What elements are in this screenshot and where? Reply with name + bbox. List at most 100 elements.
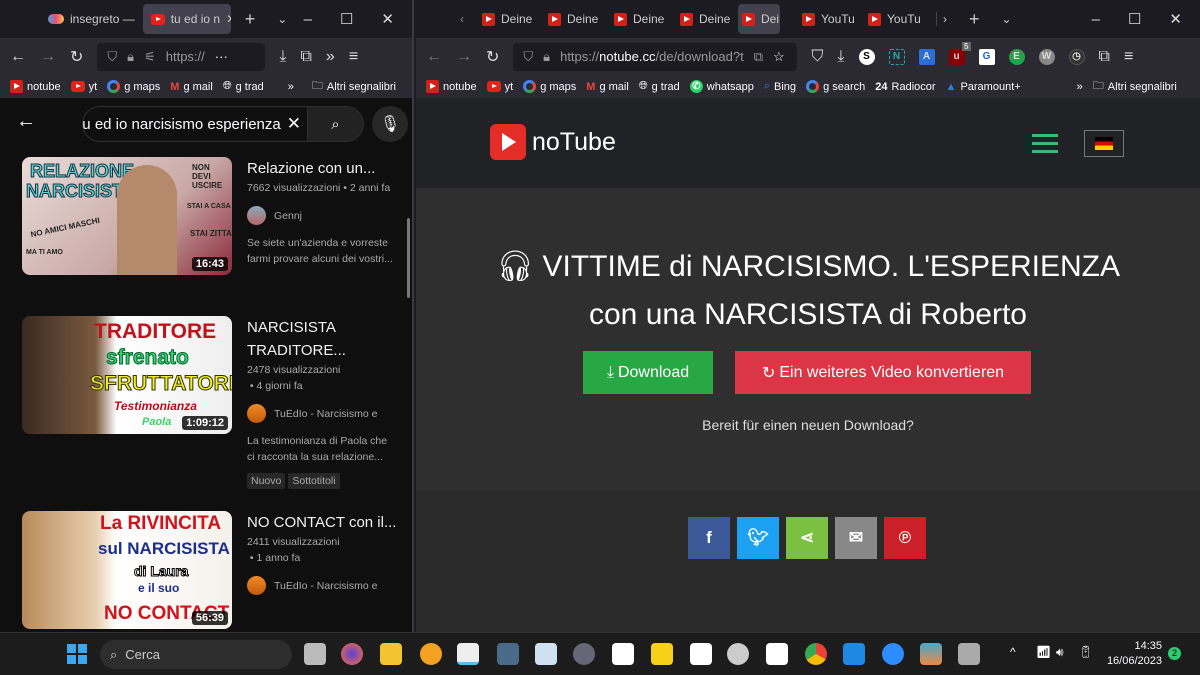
notification-badge[interactable]: 2: [1168, 647, 1181, 660]
extension-e-icon[interactable]: E: [1008, 48, 1025, 65]
taskbar-search[interactable]: ⌕ Cerca: [100, 640, 292, 669]
tab[interactable]: YouTu: [860, 4, 926, 34]
download-icon[interactable]: ⤓: [837, 48, 844, 66]
task-view-icon[interactable]: [304, 643, 326, 665]
back-button[interactable]: ←: [426, 48, 442, 66]
battery-icon[interactable]: 🔋︎: [1078, 645, 1093, 659]
forward-button[interactable]: →: [40, 48, 56, 66]
bookmark-gmail[interactable]: Mg mail: [170, 81, 213, 93]
microsoft-store-icon[interactable]: [612, 643, 634, 665]
notepad-icon[interactable]: [690, 643, 712, 665]
close-button[interactable]: ✕: [1169, 10, 1182, 28]
bookmark-gmaps[interactable]: g maps: [107, 80, 160, 93]
tab-youtube[interactable]: tu ed io n ✕: [142, 4, 231, 34]
voice-search-button[interactable]: 🎙︎: [372, 106, 408, 142]
search-box[interactable]: tu ed io narcisismo esperienza ✕ ⌕: [82, 106, 364, 142]
reload-button[interactable]: ↻: [70, 47, 83, 67]
bookmarks-overflow[interactable]: »: [1077, 81, 1083, 93]
menu-icon[interactable]: ≡: [349, 48, 358, 66]
pinterest-share-button[interactable]: ℗: [884, 517, 926, 559]
file-explorer-icon[interactable]: [380, 643, 402, 665]
channel[interactable]: Gennj: [247, 206, 397, 225]
video-title[interactable]: Relazione con un...: [247, 157, 397, 180]
maximize-button[interactable]: ☐: [340, 10, 353, 28]
extension-n-icon[interactable]: N: [888, 48, 905, 65]
minimize-button[interactable]: –: [304, 11, 312, 28]
video-title[interactable]: NARCISISTA TRADITORE...: [247, 316, 397, 362]
channel[interactable]: TuEdIo - Narcisismo e: [247, 404, 397, 423]
show-hidden-icons[interactable]: ^: [1010, 645, 1016, 659]
convert-another-button[interactable]: ↻ Ein weiteres Video konvertieren: [735, 351, 1031, 394]
wordpad-icon[interactable]: [535, 643, 557, 665]
extension-c-icon[interactable]: G: [978, 48, 995, 65]
tab[interactable]: Deine: [606, 4, 672, 34]
close-tab-icon[interactable]: ✕: [226, 12, 231, 26]
twitter-share-button[interactable]: 🐦︎: [737, 517, 779, 559]
bookmark-gmaps[interactable]: g maps: [523, 80, 576, 93]
bookmark-gtrad[interactable]: 🌐︎ g trad: [223, 80, 264, 93]
zoom-app-icon[interactable]: [882, 643, 904, 665]
tab[interactable]: Deine: [474, 4, 540, 34]
video-title[interactable]: NO CONTACT con il...: [247, 511, 397, 534]
scroll-tabs-right[interactable]: ›: [936, 12, 947, 26]
bookmark-radiocor[interactable]: 24 Radiocor: [875, 81, 935, 93]
bookmark-yt[interactable]: yt: [486, 81, 513, 93]
solitaire-icon[interactable]: [766, 643, 788, 665]
extensions-icon[interactable]: ⧉: [1099, 48, 1110, 66]
tab-list-button[interactable]: ⌄: [1002, 12, 1012, 26]
minimize-button[interactable]: –: [1092, 11, 1100, 28]
clock-app-icon[interactable]: [727, 643, 749, 665]
back-arrow-icon[interactable]: ←: [16, 110, 36, 133]
more-icon[interactable]: ···: [215, 49, 228, 64]
reload-button[interactable]: ↻: [486, 47, 499, 67]
start-button[interactable]: [67, 644, 87, 664]
overflow-icon[interactable]: »: [326, 48, 335, 66]
settings-icon[interactable]: [573, 643, 595, 665]
language-selector[interactable]: [1084, 130, 1124, 157]
video-thumbnail[interactable]: La RIVINCITA sul NARCISISTA di Laura e i…: [22, 511, 232, 629]
facebook-share-button[interactable]: f: [688, 517, 730, 559]
weather-icon[interactable]: [420, 643, 442, 665]
wifi-icon[interactable]: 📶︎: [1036, 645, 1051, 659]
pocket-icon[interactable]: ⛉: [811, 48, 823, 66]
bookmark-star-icon[interactable]: ☆: [773, 49, 785, 65]
bookmark-gmail[interactable]: Mg mail: [586, 81, 629, 93]
notube-logo[interactable]: noTube: [490, 124, 616, 160]
hamburger-menu-icon[interactable]: [1032, 134, 1058, 153]
tab-list-button[interactable]: ⌄: [277, 12, 287, 26]
clear-search-icon[interactable]: ✕: [281, 114, 307, 134]
download-icon[interactable]: ⤓: [279, 48, 286, 66]
timer-extension-icon[interactable]: ◷: [1068, 48, 1085, 65]
maximize-button[interactable]: ☐: [1128, 10, 1141, 28]
video-thumbnail[interactable]: RELAZIONE NARCISISTA NON DEVI USCIRE STA…: [22, 157, 232, 275]
search-input[interactable]: tu ed io narcisismo esperienza: [83, 116, 281, 133]
search-button[interactable]: ⌕: [307, 107, 363, 141]
url-bar[interactable]: ⛉ 🔒︎ ⚟ https:// ···: [97, 42, 266, 71]
close-button[interactable]: ✕: [381, 10, 394, 28]
tab[interactable]: YouTu: [794, 4, 860, 34]
url-bar[interactable]: ⛉ 🔒︎ https://notube.cc/de/download?t ⧉ ☆: [513, 42, 798, 71]
ublock-icon[interactable]: u5: [948, 41, 971, 65]
tab-insegreto[interactable]: insegreto —: [40, 4, 143, 34]
sticky-notes-icon[interactable]: [651, 643, 673, 665]
other-bookmarks[interactable]: 🗀 Altri segnalibri: [1093, 77, 1177, 96]
forward-button[interactable]: →: [456, 48, 472, 66]
bookmark-yt[interactable]: yt: [70, 81, 97, 93]
volume-icon[interactable]: 🔊︎: [1056, 645, 1064, 660]
calculator-icon[interactable]: [497, 643, 519, 665]
other-bookmarks[interactable]: 🗀 Altri segnalibri: [312, 77, 396, 96]
share-button[interactable]: ⋖: [786, 517, 828, 559]
translate-extension-icon[interactable]: A: [918, 48, 935, 65]
bookmark-gsearch[interactable]: g search: [806, 80, 865, 93]
bookmark-paramount[interactable]: ▲ Paramount+: [946, 81, 1021, 93]
download-button[interactable]: ⤓ Download: [583, 351, 713, 394]
tab[interactable]: Deine: [540, 4, 606, 34]
new-tab-button[interactable]: +: [969, 9, 980, 30]
extensions-icon[interactable]: ⧉: [300, 48, 311, 66]
scroll-tabs-left[interactable]: ‹: [460, 12, 464, 26]
email-share-button[interactable]: ✉: [835, 517, 877, 559]
bookmark-bing[interactable]: ⌕ Bing: [764, 80, 796, 93]
bookmark-whatsapp[interactable]: ✆ whatsapp: [689, 80, 754, 93]
bookmark-notube[interactable]: notube: [10, 80, 61, 93]
firefox-icon[interactable]: [341, 643, 363, 665]
